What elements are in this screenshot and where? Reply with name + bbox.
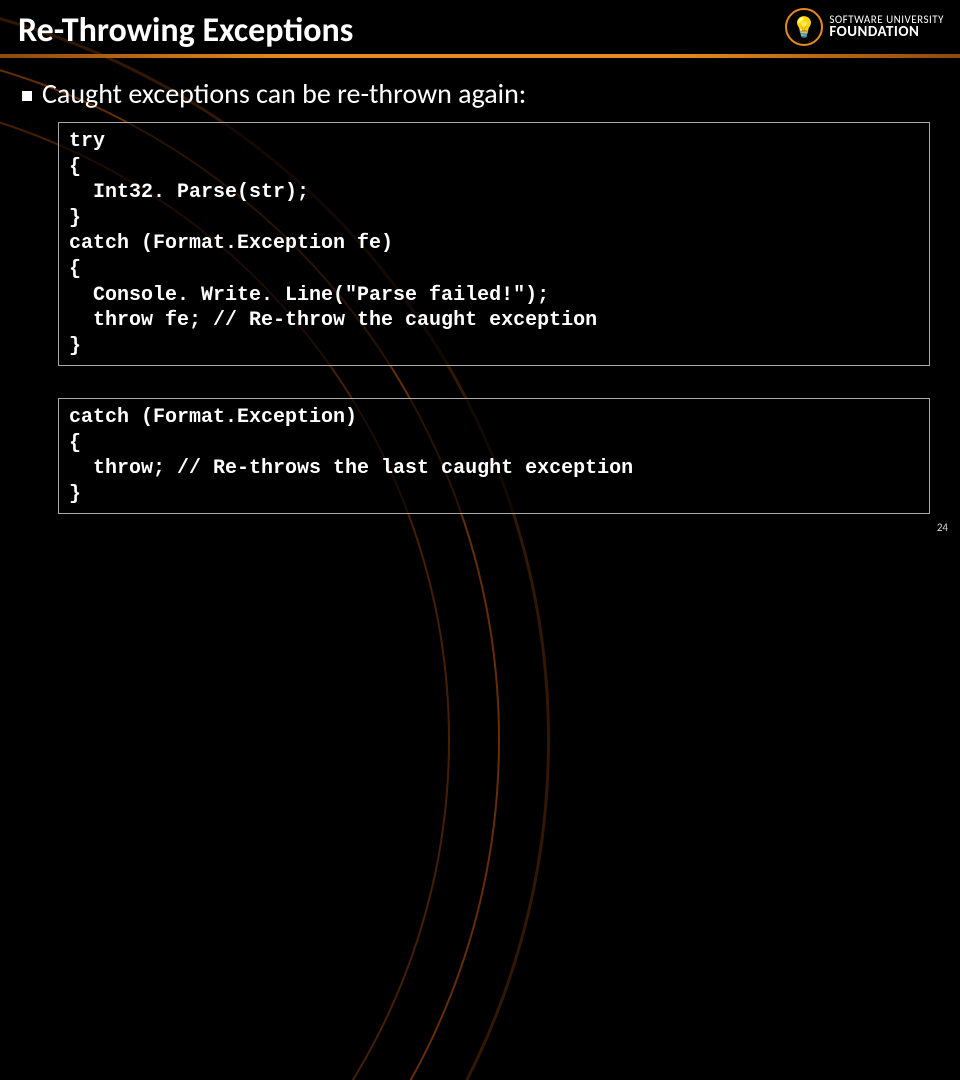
lightbulb-icon: 💡 bbox=[785, 8, 823, 46]
page-number: 24 bbox=[937, 521, 948, 534]
bullet-text: Caught exceptions can be re-thrown again… bbox=[42, 76, 526, 111]
logo-line-2: FOUNDATION bbox=[829, 25, 944, 40]
code-block-1: try { Int32. Parse(str); } catch (Format… bbox=[58, 122, 930, 366]
bullet-item: Caught exceptions can be re-thrown again… bbox=[22, 76, 526, 111]
square-bullet-icon bbox=[22, 91, 32, 101]
slide-title: Re-Throwing Exceptions bbox=[18, 10, 353, 51]
code-block-2: catch (Format.Exception) { throw; // Re-… bbox=[58, 398, 930, 514]
brand-logo: 💡 SOFTWARE UNIVERSITY FOUNDATION bbox=[785, 8, 944, 46]
title-underline bbox=[0, 54, 960, 58]
